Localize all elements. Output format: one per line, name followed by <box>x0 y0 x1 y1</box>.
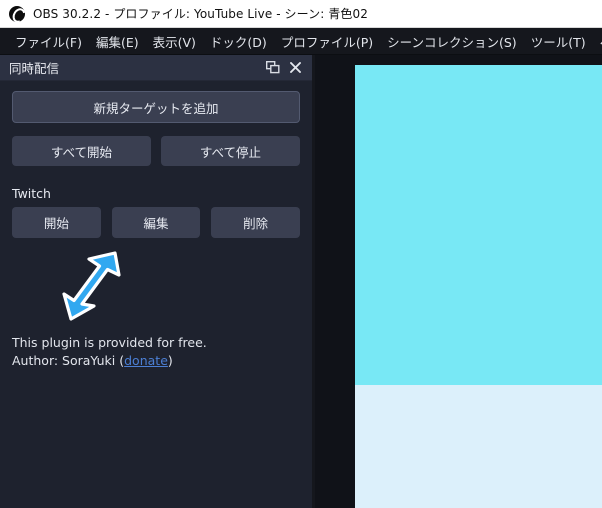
multi-rtmp-dock: 同時配信 新規ターゲットを追加 すべて開始 すべて停止 Twitch 開始 編集… <box>0 55 312 508</box>
pale-blue-block <box>355 385 602 508</box>
stop-all-button[interactable]: すべて停止 <box>161 136 300 166</box>
obs-logo-icon <box>9 5 25 22</box>
dock-body: 新規ターゲットを追加 すべて開始 すべて停止 Twitch 開始 編集 削除 T… <box>0 81 312 508</box>
menu-edit[interactable]: 編集(E) <box>89 28 146 55</box>
close-icon[interactable] <box>284 58 306 78</box>
menu-scene-collection[interactable]: シーンコレクション(S) <box>380 28 524 55</box>
arrow-pointer-icon <box>57 249 123 323</box>
dock-title: 同時配信 <box>9 61 60 76</box>
target-edit-button[interactable]: 編集 <box>111 207 201 238</box>
start-all-button[interactable]: すべて開始 <box>12 136 151 166</box>
donate-link[interactable]: donate <box>124 353 168 368</box>
author-suffix: ) <box>167 353 173 368</box>
plugin-free-notice: This plugin is provided for free. <box>12 335 207 350</box>
target-name-twitch: Twitch <box>12 186 51 201</box>
obs-main-window: OBS 30.2.2 - プロファイル: YouTube Live - シーン:… <box>0 0 602 508</box>
window-title: OBS 30.2.2 - プロファイル: YouTube Live - シーン:… <box>33 7 368 21</box>
plugin-author-line: Author: SoraYuki (donate) <box>12 352 207 370</box>
menu-profile[interactable]: プロファイル(P) <box>274 28 380 55</box>
target-delete-button[interactable]: 削除 <box>211 207 301 238</box>
menu-file[interactable]: ファイル(F) <box>8 28 89 55</box>
dock-splitter[interactable] <box>312 55 315 508</box>
preview-canvas <box>355 65 602 508</box>
plugin-credits: This plugin is provided for free. Author… <box>12 334 207 370</box>
cyan-block <box>355 65 602 385</box>
menu-view[interactable]: 表示(V) <box>146 28 203 55</box>
menu-tools[interactable]: ツール(T) <box>524 28 593 55</box>
target-controls-row-twitch: 開始 編集 削除 <box>12 207 301 238</box>
menubar: ファイル(F) 編集(E) 表示(V) ドック(D) プロファイル(P) シーン… <box>0 28 602 55</box>
dock-header: 同時配信 <box>0 55 312 81</box>
window-titlebar: OBS 30.2.2 - プロファイル: YouTube Live - シーン:… <box>0 0 602 28</box>
author-prefix: Author: SoraYuki ( <box>12 353 125 368</box>
float-window-icon[interactable] <box>262 58 284 78</box>
add-new-target-button[interactable]: 新規ターゲットを追加 <box>12 91 300 123</box>
global-controls-row: すべて開始 すべて停止 <box>12 136 300 166</box>
menu-dock[interactable]: ドック(D) <box>203 28 274 55</box>
preview-area <box>312 55 602 508</box>
menu-help[interactable]: ヘルプ(H) <box>593 28 602 55</box>
target-start-button[interactable]: 開始 <box>12 207 101 238</box>
